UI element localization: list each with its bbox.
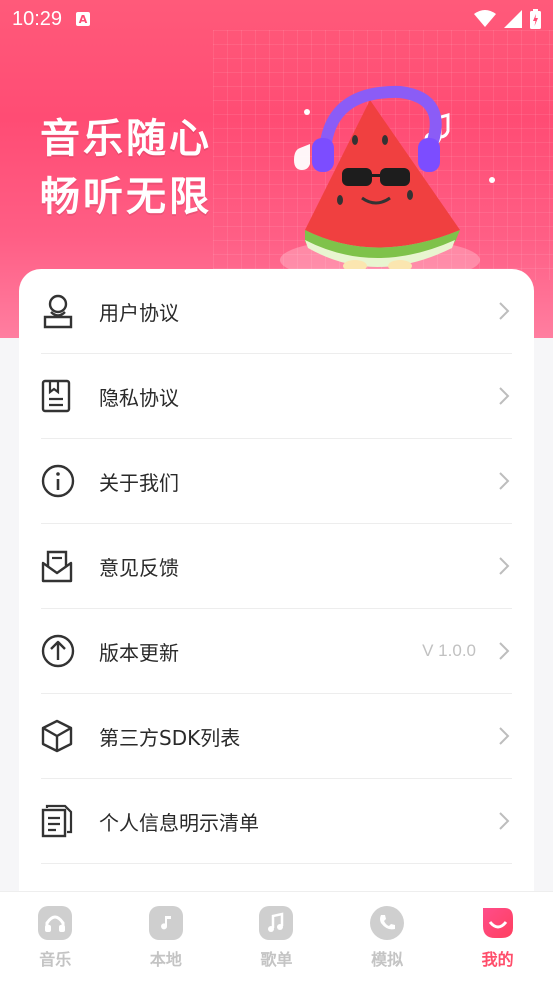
menu-item-about-us[interactable]: 关于我们 bbox=[41, 439, 512, 524]
menu-item-user-agreement[interactable]: 用户协议 bbox=[41, 269, 512, 354]
chevron-right-icon bbox=[499, 727, 510, 745]
menu-label: 隐私协议 bbox=[99, 385, 179, 410]
version-value: V 1.0.0 bbox=[422, 641, 476, 660]
feedback-mail-icon bbox=[41, 550, 73, 583]
menu-item-version-update[interactable]: 版本更新 V 1.0.0 bbox=[41, 609, 512, 694]
headphones-icon bbox=[38, 906, 73, 940]
chevron-right-icon bbox=[499, 557, 510, 575]
user-badge-icon bbox=[43, 294, 73, 329]
nav-tab-local[interactable]: 本地 bbox=[111, 892, 222, 985]
menu-label: 意见反馈 bbox=[99, 555, 179, 580]
chevron-right-icon bbox=[499, 302, 510, 320]
cube-icon bbox=[41, 719, 73, 753]
watermelon-mascot-illustration bbox=[280, 85, 495, 280]
status-time: 10:29 bbox=[12, 7, 63, 30]
signal-icon bbox=[504, 10, 522, 28]
folder-music-icon bbox=[148, 906, 183, 940]
menu-label: 版本更新 bbox=[99, 640, 179, 665]
hero-slogan-line1: 音乐随心 bbox=[40, 116, 212, 162]
nav-tab-mine[interactable]: 我的 bbox=[442, 892, 553, 985]
menu-item-personal-info-list[interactable]: 个人信息明示清单 bbox=[41, 779, 512, 864]
nav-tab-playlist[interactable]: 歌单 bbox=[221, 892, 332, 985]
chevron-right-icon bbox=[499, 387, 510, 405]
nav-label: 音乐 bbox=[39, 950, 72, 969]
menu-label: 个人信息明示清单 bbox=[99, 810, 259, 835]
nav-label: 我的 bbox=[481, 950, 514, 969]
wifi-icon bbox=[474, 10, 496, 27]
nav-label: 歌单 bbox=[260, 950, 293, 969]
status-app-icon: A bbox=[76, 12, 91, 26]
battery-icon bbox=[530, 9, 541, 29]
update-arrow-icon bbox=[41, 634, 75, 668]
chevron-right-icon bbox=[499, 642, 510, 660]
nav-label: 本地 bbox=[149, 950, 182, 969]
hero-slogan: 音乐随心 畅听无限 bbox=[40, 110, 212, 226]
profile-icon bbox=[481, 906, 515, 940]
chevron-right-icon bbox=[499, 472, 510, 490]
nav-label: 模拟 bbox=[371, 950, 404, 969]
nav-tab-simulate[interactable]: 模拟 bbox=[332, 892, 443, 985]
hero-slogan-line2: 畅听无限 bbox=[40, 174, 212, 220]
chevron-right-icon bbox=[499, 812, 510, 830]
settings-card: 用户协议 隐私协议 关于我们 意见反馈 版本更新 V 1.0.0 第三方SDK列… bbox=[19, 269, 534, 909]
phone-icon bbox=[370, 906, 405, 940]
menu-label: 关于我们 bbox=[99, 470, 179, 495]
menu-item-feedback[interactable]: 意见反馈 bbox=[41, 524, 512, 609]
status-bar: 10:29 A bbox=[0, 0, 553, 38]
document-list-icon bbox=[41, 804, 73, 838]
nav-tab-music[interactable]: 音乐 bbox=[0, 892, 111, 985]
privacy-doc-icon bbox=[41, 379, 71, 413]
playlist-icon bbox=[259, 906, 294, 940]
menu-label: 第三方SDK列表 bbox=[99, 725, 241, 750]
menu-item-third-party-sdk[interactable]: 第三方SDK列表 bbox=[41, 694, 512, 779]
bottom-navigation: 音乐 本地 歌单 模拟 我的 bbox=[0, 891, 553, 985]
info-icon bbox=[41, 464, 75, 498]
menu-label: 用户协议 bbox=[99, 300, 179, 325]
menu-item-privacy-agreement[interactable]: 隐私协议 bbox=[41, 354, 512, 439]
